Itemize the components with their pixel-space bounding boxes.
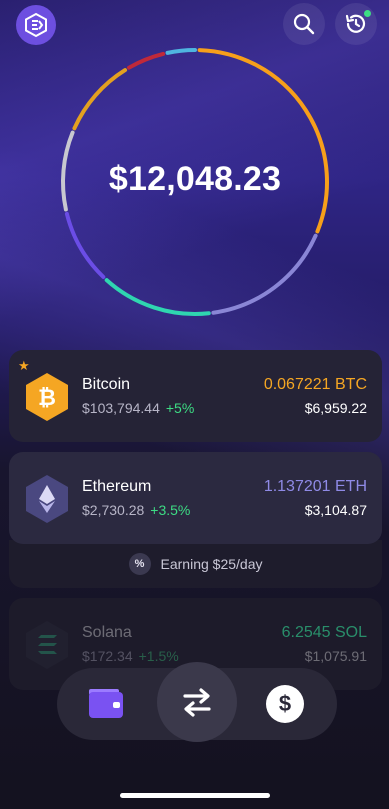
top-bar	[0, 0, 389, 50]
asset-price-value: $2,730.28	[82, 502, 145, 518]
asset-name: Bitcoin	[82, 376, 131, 393]
earning-text: Earning $25/day	[160, 556, 263, 572]
ring-segment	[197, 48, 329, 234]
asset-amount: 1.137201 ETH	[263, 478, 367, 495]
asset-change: +3.5%	[150, 502, 191, 518]
asset-value: $1,075.91	[304, 648, 367, 664]
ethereum-icon	[24, 474, 70, 524]
ring-segment	[211, 233, 318, 315]
asset-price: $172.34 +1.5%	[82, 648, 179, 664]
notification-dot	[364, 10, 371, 17]
search-button[interactable]	[283, 3, 325, 45]
wallet-button[interactable]	[85, 686, 125, 722]
asset-change: +5%	[165, 400, 195, 416]
asset-price: $2,730.28 +3.5%	[82, 502, 190, 518]
asset-price-value: $172.34	[82, 648, 133, 664]
asset-name: Ethereum	[82, 478, 152, 495]
solana-icon	[24, 620, 70, 670]
ring-segment	[127, 51, 166, 70]
asset-value: $3,104.87	[304, 502, 367, 518]
earning-banner[interactable]: % Earning $25/day	[9, 540, 382, 588]
asset-amount: 0.067221 BTC	[263, 376, 367, 393]
ring-segment	[64, 211, 106, 279]
asset-card-ethereum[interactable]: Ethereum $2,730.28 +3.5% 1.137201 ETH $3,…	[9, 452, 382, 544]
asset-value: $6,959.22	[304, 400, 367, 416]
asset-price-value: $103,794.44	[82, 400, 160, 416]
ring-segment	[165, 48, 197, 55]
ring-segment	[104, 278, 211, 316]
ring-segment	[72, 68, 128, 131]
asset-amount: 6.2545 SOL	[281, 624, 367, 641]
swap-icon	[183, 688, 211, 717]
asset-card-bitcoin[interactable]: ★ ₿ Bitcoin $103,794.44 +5% 0.067221 BTC …	[9, 350, 382, 442]
home-indicator	[120, 793, 270, 798]
swap-button[interactable]	[157, 662, 237, 742]
search-icon	[293, 13, 315, 35]
dollar-button[interactable]: $	[266, 685, 304, 723]
dollar-icon: $	[278, 691, 292, 716]
percent-icon: %	[128, 553, 151, 575]
svg-text:₿: ₿	[38, 385, 56, 410]
exodus-logo-icon[interactable]	[16, 5, 56, 45]
bitcoin-icon: ₿	[24, 372, 70, 422]
asset-change: +1.5%	[138, 648, 179, 664]
wallet-icon	[89, 689, 123, 718]
asset-price: $103,794.44 +5%	[82, 400, 194, 416]
total-balance: $12,048.23	[108, 160, 282, 198]
history-button[interactable]	[335, 3, 377, 45]
bottom-nav: $	[57, 662, 337, 742]
asset-name: Solana	[82, 624, 132, 641]
